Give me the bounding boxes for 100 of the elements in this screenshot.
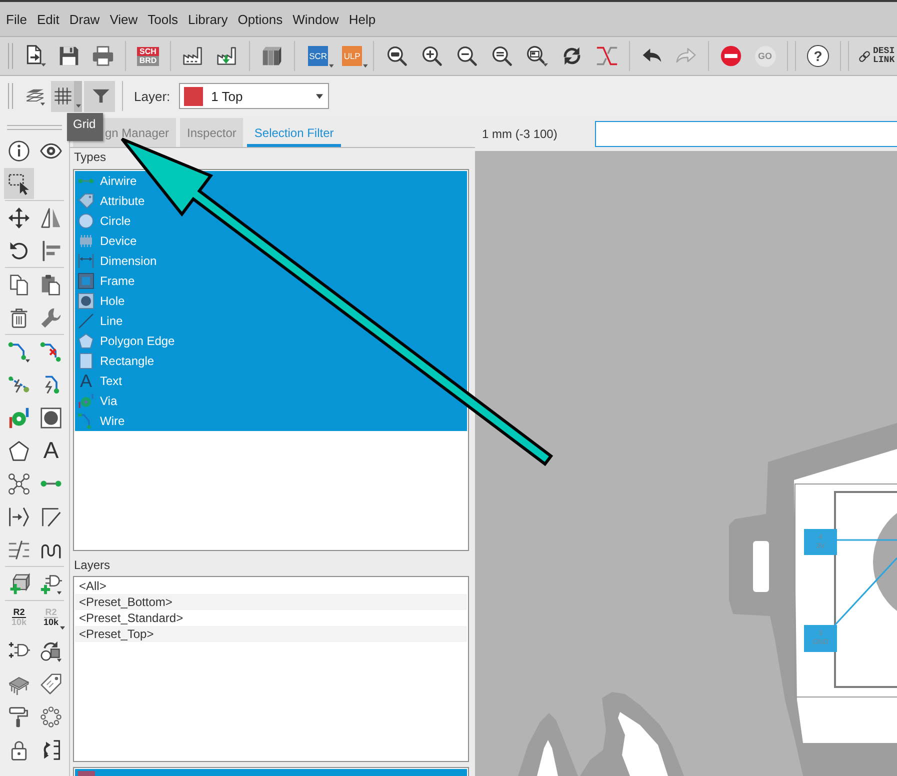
- ulp-button[interactable]: ULP: [342, 46, 362, 66]
- marquee-select-tool-button[interactable]: [4, 168, 34, 199]
- menu-item[interactable]: File: [1, 10, 32, 28]
- tooltip: Grid: [67, 113, 103, 141]
- trash-icon[interactable]: [8, 306, 30, 328]
- info-icon[interactable]: [8, 140, 30, 162]
- filter-button[interactable]: [84, 80, 115, 112]
- type-list-item[interactable]: Hole: [75, 291, 467, 311]
- coordinate-readout: 1 mm (-3 100): [481, 127, 558, 141]
- rotate-icon[interactable]: [8, 240, 30, 262]
- dot-ring-icon[interactable]: [40, 706, 62, 728]
- type-list-item[interactable]: Line: [75, 311, 467, 331]
- star-network-icon[interactable]: [8, 472, 30, 494]
- menu-item[interactable]: Tools: [142, 10, 184, 28]
- type-list-item[interactable]: Wire: [75, 411, 467, 431]
- menu-item[interactable]: Help: [344, 10, 381, 28]
- books-icon[interactable]: [261, 45, 283, 67]
- tag-icon: [78, 193, 94, 209]
- add-gate-icon[interactable]: [40, 572, 62, 594]
- dimension-icon: [78, 253, 94, 269]
- zoom-window-icon[interactable]: [526, 45, 548, 67]
- stop-icon[interactable]: [720, 45, 742, 67]
- trace-line: [837, 539, 897, 541]
- command-field[interactable]: [595, 121, 897, 147]
- panel-tab[interactable]: Inspector: [180, 118, 244, 147]
- frame-icon: [78, 273, 94, 289]
- type-list-item[interactable]: Rectangle: [75, 351, 467, 371]
- move-icon[interactable]: [8, 206, 30, 228]
- panel-tab[interactable]: Selection Filter: [247, 118, 341, 147]
- replace-icon[interactable]: [40, 640, 62, 662]
- zoom-fit-icon[interactable]: [386, 45, 408, 67]
- pentagon-icon[interactable]: [8, 440, 30, 462]
- type-list-item[interactable]: Polygon Edge: [75, 331, 467, 351]
- mirror-icon[interactable]: [40, 206, 62, 228]
- ripup-icon[interactable]: [40, 340, 62, 362]
- zoom-out-icon[interactable]: [456, 45, 478, 67]
- menu-item[interactable]: Options: [232, 10, 288, 28]
- type-list-item[interactable]: Dimension: [75, 251, 467, 271]
- layer-select[interactable]: 1 Top: [179, 83, 330, 109]
- help-button[interactable]: ?: [807, 45, 829, 67]
- dot-line-icon[interactable]: [40, 480, 62, 488]
- menu-item[interactable]: View: [104, 10, 143, 28]
- design-link-button[interactable]: DESI LINK: [858, 47, 895, 65]
- menu-item[interactable]: Draw: [64, 10, 105, 28]
- grid-button[interactable]: [51, 80, 82, 112]
- corner-icon[interactable]: [40, 506, 62, 528]
- printer-icon[interactable]: [92, 45, 114, 67]
- type-list-item[interactable]: Via: [75, 391, 467, 411]
- paint-roller-icon[interactable]: [8, 706, 30, 728]
- chip-icon: [78, 233, 94, 249]
- script-button[interactable]: SCR: [308, 46, 328, 66]
- menu-item[interactable]: Edit: [32, 10, 64, 28]
- mounting-slot: [753, 541, 769, 592]
- hole-icon: [78, 293, 94, 309]
- arrow-bracket-icon[interactable]: [8, 506, 30, 528]
- caret-icon[interactable]: [316, 94, 324, 98]
- menu-item[interactable]: Window: [288, 10, 344, 28]
- menu-item[interactable]: Library: [183, 10, 233, 28]
- paste-icon[interactable]: [40, 274, 62, 296]
- factory-icon[interactable]: [182, 45, 204, 67]
- caret-icon[interactable]: [363, 64, 368, 68]
- type-list-item[interactable]: Frame: [75, 271, 467, 291]
- caret-icon[interactable]: [60, 626, 65, 630]
- via-icon[interactable]: [8, 406, 30, 428]
- pentagon-icon: [78, 333, 94, 349]
- tag-icon[interactable]: [40, 672, 62, 694]
- grid-icon: [53, 86, 73, 106]
- factory-import-icon[interactable]: [216, 45, 238, 67]
- type-list-item[interactable]: A Text: [75, 371, 467, 391]
- save-icon[interactable]: [58, 45, 80, 67]
- add-part-icon[interactable]: [8, 572, 30, 594]
- layer-preset-item[interactable]: <Preset_Top>: [75, 626, 467, 642]
- copy-icon[interactable]: [8, 274, 30, 296]
- layer-label: Layer:: [134, 88, 170, 104]
- layer-preset-item[interactable]: <Preset_Bottom>: [75, 594, 467, 610]
- hole-icon[interactable]: [40, 406, 62, 428]
- type-list-item[interactable]: Circle: [75, 211, 467, 231]
- new-file-icon[interactable]: [24, 45, 46, 67]
- trace-line: [833, 557, 897, 627]
- marquee-select-icon: [8, 172, 30, 194]
- circle-icon: [78, 213, 94, 229]
- caret-icon[interactable]: [329, 64, 334, 68]
- section-label: Types: [74, 150, 106, 164]
- type-list-item[interactable]: Attribute: [75, 191, 467, 211]
- via-icon: [78, 393, 94, 409]
- ratsnest-icon[interactable]: [596, 45, 618, 67]
- wire-icon: [78, 413, 94, 429]
- route-wire-icon[interactable]: [8, 340, 30, 362]
- line-icon: [78, 313, 94, 329]
- name-tool-button[interactable]: R2 10k: [4, 602, 34, 633]
- split-wire-icon[interactable]: [8, 374, 30, 396]
- value-tool-button[interactable]: R2 10k: [36, 602, 66, 633]
- wrench-icon[interactable]: [40, 306, 62, 328]
- zoom-redraw-icon[interactable]: [490, 45, 512, 67]
- slashed-lines-icon[interactable]: [8, 538, 30, 560]
- text-tool-button[interactable]: A: [36, 435, 66, 466]
- align-icon[interactable]: [40, 240, 62, 262]
- zoom-in-icon[interactable]: [420, 45, 442, 67]
- chain-link-icon: [858, 50, 871, 62]
- type-list-item[interactable]: Device: [75, 231, 467, 251]
